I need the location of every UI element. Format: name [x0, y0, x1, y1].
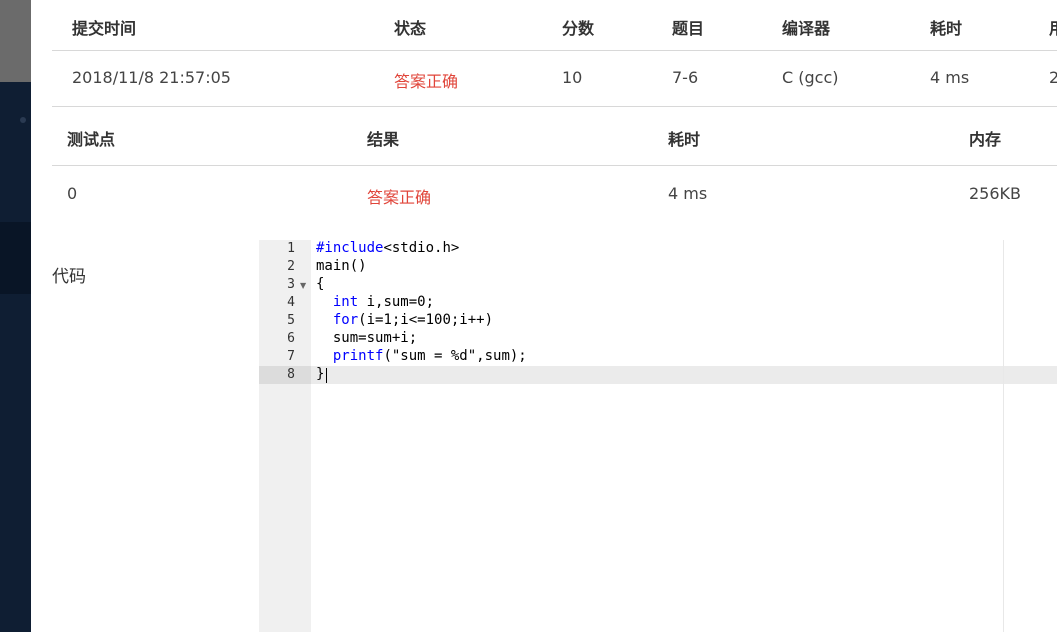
header-time: 耗时 [930, 19, 963, 38]
header-result: 结果 [367, 130, 400, 149]
code-line: printf("sum = %d",sum); [332, 348, 527, 364]
text-cursor [326, 368, 327, 383]
code-editor[interactable]: 1 2 3 ▼ 4 5 6 7 8 #include<stdio.h> main… [259, 240, 1057, 632]
testcase-id: 0 [67, 184, 78, 203]
status-badge: 答案正确 [394, 72, 459, 91]
main-content: 提交时间 状态 分数 题目 编译器 耗时 用 2018/11/8 21:57:0… [31, 0, 1057, 632]
table-row: 2018/11/8 21:57:05 答案正确 10 7-6 C (gcc) 4… [52, 51, 1057, 107]
sidebar-header[interactable] [0, 0, 31, 82]
line-number: 2 [287, 259, 295, 274]
submission-table-header: 提交时间 状态 分数 题目 编译器 耗时 用 [52, 0, 1057, 51]
header-status: 状态 [394, 19, 427, 38]
submit-time: 2018/11/8 21:57:05 [72, 68, 231, 87]
testcase-table-header: 测试点 结果 耗时 内存 [52, 107, 1057, 166]
compiler: C (gcc) [782, 68, 839, 87]
line-number: 1 [287, 241, 295, 256]
line-number: 5 [287, 313, 295, 328]
code-line: sum=sum+i; [316, 330, 418, 346]
header-memory: 内存 [969, 130, 1002, 149]
active-line-highlight [259, 366, 1057, 384]
line-number: 3 [287, 277, 295, 292]
sidebar-item-icon[interactable] [20, 117, 26, 123]
table-row: 0 答案正确 4 ms 256KB [52, 166, 1057, 221]
code-label: 代码 [52, 267, 86, 287]
testcase-result: 答案正确 [367, 188, 432, 207]
elapsed-time: 4 ms [930, 68, 970, 87]
score: 10 [562, 68, 583, 87]
header-compiler: 编译器 [782, 19, 831, 38]
sidebar [0, 0, 31, 632]
code-line: #include<stdio.h> [316, 240, 460, 256]
line-number: 4 [287, 295, 295, 310]
header-score: 分数 [562, 19, 595, 38]
sidebar-item-active[interactable] [0, 222, 31, 294]
code-line: int i,sum=0; [332, 294, 435, 310]
line-number: 8 [287, 367, 295, 382]
testcase-memory: 256KB [969, 184, 1022, 203]
fold-arrow-icon[interactable]: ▼ [300, 281, 306, 290]
code-line: for(i=1;i<=100;i++) [332, 312, 494, 328]
header-user: 用 [1049, 15, 1057, 39]
header-elapsed: 耗时 [668, 130, 701, 149]
line-number: 6 [287, 331, 295, 346]
testcase-elapsed: 4 ms [668, 184, 708, 203]
code-line: main() [316, 258, 367, 274]
code-line: { [316, 276, 325, 292]
header-problem: 题目 [672, 19, 705, 38]
print-margin [1003, 240, 1004, 632]
line-number: 7 [287, 349, 295, 364]
problem-link[interactable]: 7-6 [672, 68, 698, 87]
code-line: } [316, 366, 325, 382]
header-testcase: 测试点 [67, 130, 116, 149]
header-submit-time: 提交时间 [72, 19, 137, 38]
memory: 2 [1049, 68, 1057, 87]
